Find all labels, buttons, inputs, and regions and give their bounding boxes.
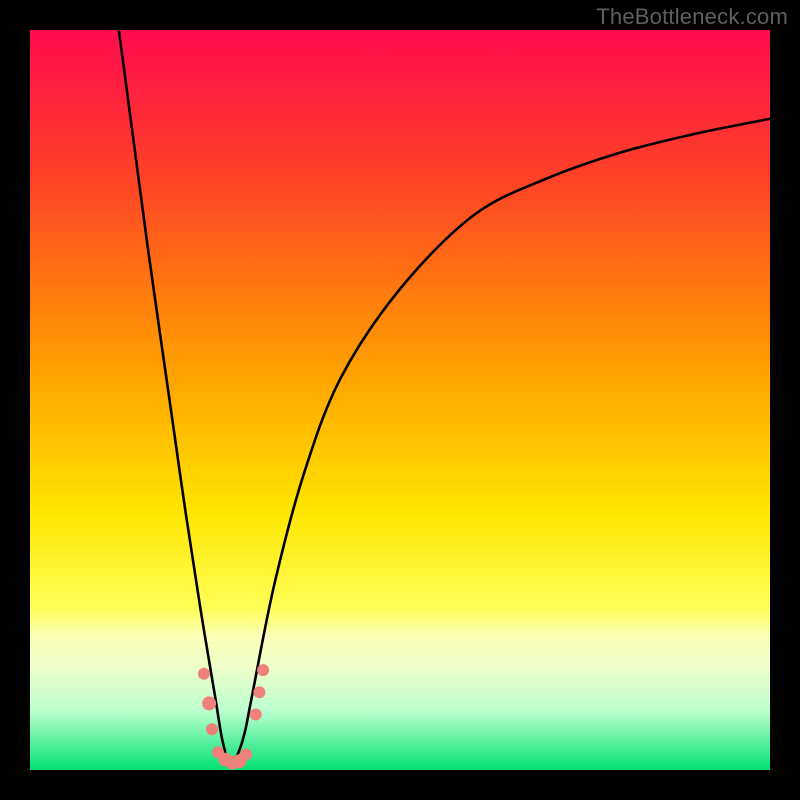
marker-dot — [250, 709, 262, 721]
marker-dot — [240, 748, 252, 760]
marker-dot — [198, 668, 210, 680]
plot-area — [30, 30, 770, 770]
watermark-text: TheBottleneck.com — [596, 4, 788, 30]
chart-svg — [30, 30, 770, 770]
chart-frame: TheBottleneck.com — [0, 0, 800, 800]
marker-dot — [202, 696, 216, 710]
marker-dot — [206, 723, 218, 735]
marker-dot — [257, 664, 269, 676]
marker-dot — [253, 686, 265, 698]
